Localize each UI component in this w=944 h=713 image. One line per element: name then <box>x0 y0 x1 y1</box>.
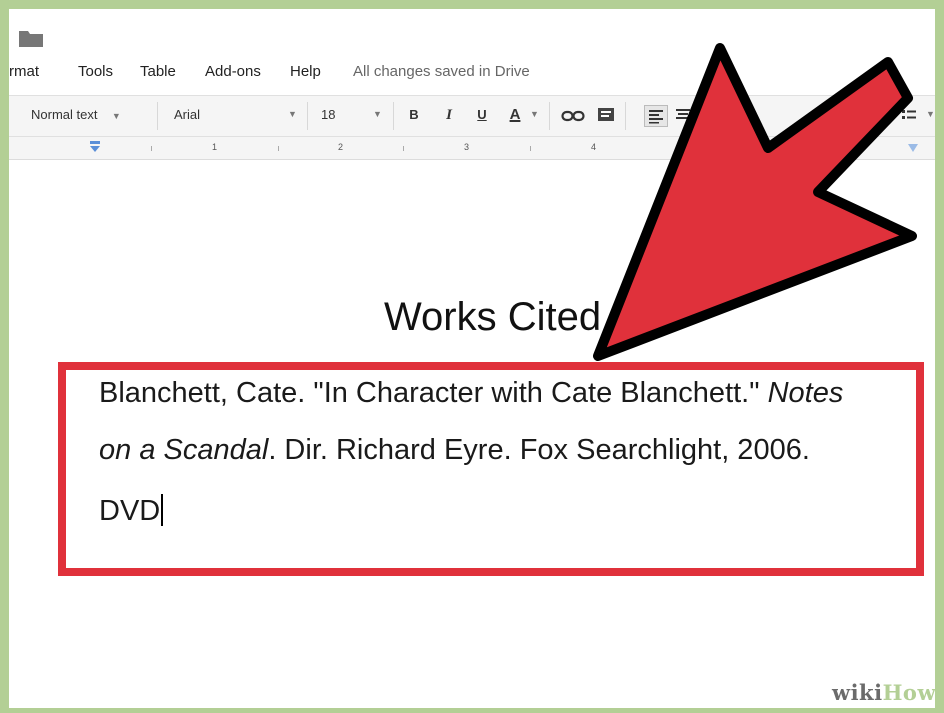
red-arrow-icon <box>593 43 917 361</box>
watermark-text: How <box>882 680 937 705</box>
watermark-text: wiki <box>832 680 883 705</box>
pointer-arrow-overlay <box>593 43 917 361</box>
wikihow-watermark: wikiHow <box>832 680 936 705</box>
